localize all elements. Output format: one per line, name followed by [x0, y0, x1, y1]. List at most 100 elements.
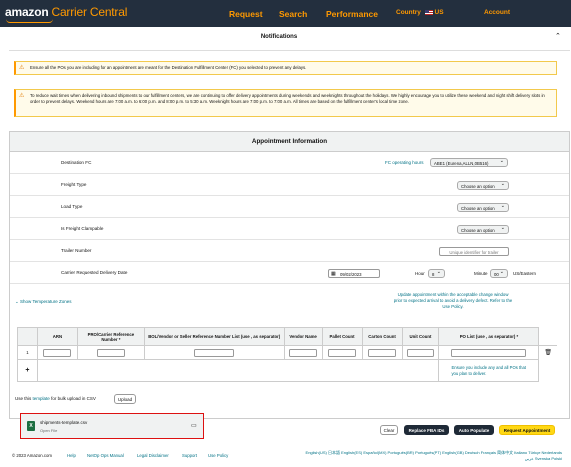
column-index: [17, 327, 38, 346]
trash-icon[interactable]: 🗑: [544, 350, 552, 356]
amazon-smile-icon: [6, 19, 53, 23]
collapse-chevron-icon[interactable]: ⌃: [555, 32, 561, 40]
destination-fc-row: Destination FC FC operating hours ABE1 (…: [10, 152, 569, 174]
appointment-title: Appointment Information: [10, 132, 569, 152]
fc-operating-hours-link[interactable]: FC operating hours: [385, 160, 424, 165]
delivery-date-input[interactable]: ▦ 09/02/2023: [328, 269, 380, 278]
delete-cell: 🗑: [539, 346, 557, 360]
freight-type-label: Freight Type: [61, 182, 87, 187]
upload-prefix: Use this: [15, 396, 32, 401]
column-arn: ARN: [36, 327, 78, 346]
upload-button[interactable]: Upload: [114, 394, 136, 404]
arn-cell: [36, 345, 78, 360]
minute-label: Minute: [474, 271, 488, 276]
pro-cell: [76, 345, 145, 360]
freight-type-row: Freight Type Choose an option: [10, 174, 569, 196]
file-name: shipments-template.csv: [40, 420, 88, 425]
account-menu[interactable]: Account: [484, 9, 510, 16]
arn-input[interactable]: [43, 348, 72, 357]
nav-request[interactable]: Request: [229, 9, 263, 19]
clampable-label: Is Freight Clampable: [61, 226, 104, 231]
bol-cell: [143, 345, 285, 360]
hour-label: Hour: [415, 271, 425, 276]
holiday-hours-alert: ⚠ To reduce wait times when delivering i…: [14, 89, 557, 117]
shipment-table: ARN PRO/Carrier Reference Number * BOL/V…: [17, 327, 557, 382]
carton-cell: [361, 345, 403, 360]
request-appointment-button[interactable]: Request Appointment: [499, 425, 555, 435]
freight-type-select[interactable]: Choose an option: [457, 181, 509, 190]
clear-button[interactable]: Clear: [380, 425, 398, 435]
csv-file-card[interactable]: X shipments-template.csv Open File ▭: [20, 413, 204, 439]
clampable-select[interactable]: Choose an option: [457, 225, 509, 234]
delivery-date-value: 09/02/2023: [340, 271, 362, 277]
carrier-central-logo[interactable]: amazon Carrier Central: [5, 5, 127, 19]
upload-suffix: for bulk upload in CSV: [51, 396, 96, 401]
alert-text-2: To reduce wait times when delivering inb…: [30, 93, 545, 105]
template-link[interactable]: template: [33, 396, 50, 401]
language-links[interactable]: English(US) 日本語 English(ES) Español(MX) …: [300, 450, 562, 461]
country-value: US: [434, 9, 444, 16]
divider: [9, 50, 570, 51]
hour-select[interactable]: 8: [428, 269, 445, 278]
vendor-name-input[interactable]: [289, 348, 318, 357]
spacer-cell: [539, 360, 557, 382]
column-pallet-count: Pallet Count: [321, 327, 363, 346]
load-type-row: Load Type Choose an option: [10, 196, 569, 218]
destination-fc-label: Destination FC: [61, 160, 92, 165]
pallet-count-input[interactable]: [328, 348, 357, 357]
column-carton-count: Carton Count: [361, 327, 403, 346]
nav-search[interactable]: Search: [279, 9, 307, 19]
table-row-add: + Ensure you include any and all POs tha…: [17, 359, 558, 382]
footer-link-support[interactable]: Support: [182, 453, 197, 458]
destination-fc-select[interactable]: ABE1 (Eurena,ALLN,0B516): [430, 158, 508, 167]
footer-link-ops-manual[interactable]: NetOp Ops Manual: [87, 453, 124, 458]
trailer-number-input[interactable]: Unique identifier for trailer: [439, 247, 509, 256]
auto-populate-button[interactable]: Auto Populate: [454, 425, 494, 435]
bol-list-input[interactable]: [194, 348, 235, 357]
footer: © 2023 Amazon.com Help NetOp Ops Manual …: [0, 447, 571, 467]
chevron-down-icon: ⌄: [15, 299, 19, 304]
warning-icon: ⚠: [19, 65, 25, 71]
add-row-button[interactable]: +: [17, 359, 38, 382]
po-hint-cell: Ensure you include any and all POs that …: [438, 359, 540, 382]
us-flag-icon: [424, 9, 433, 15]
show-temperature-zones-link[interactable]: ⌄ Show Temperature Zones: [15, 299, 72, 305]
column-actions: [538, 327, 557, 346]
footer-link-help[interactable]: Help: [67, 453, 76, 458]
minute-select[interactable]: 00: [490, 269, 508, 278]
footer-link-legal[interactable]: Legal Disclaimer: [137, 453, 169, 458]
logo-amazon: amazon: [5, 5, 49, 19]
trailer-number-label: Trailer Number: [61, 248, 92, 253]
po-list-input[interactable]: [451, 348, 527, 357]
carton-count-input[interactable]: [368, 348, 397, 357]
pallet-cell: [321, 345, 363, 360]
country-selector[interactable]: Country US: [396, 9, 444, 16]
logo-carrier-central: Carrier Central: [51, 5, 128, 19]
folder-icon[interactable]: ▭: [191, 422, 197, 429]
row-index: 1: [17, 345, 38, 360]
column-vendor-name: Vendor Name: [283, 327, 323, 346]
column-po-list: PO List (use , as separator) *: [438, 327, 540, 346]
calendar-icon[interactable]: ▦: [331, 271, 336, 277]
empty-cell: [36, 359, 440, 382]
load-type-label: Load Type: [61, 204, 83, 209]
delivery-date-label: Carrier Requested Delivery Date: [61, 270, 128, 275]
po-warning-alert: ⚠ Ensure all the POs you are including f…: [14, 61, 557, 75]
po-cell: [438, 345, 540, 360]
top-navigation-bar: amazon Carrier Central Request Search Per…: [0, 0, 571, 27]
update-appointment-link[interactable]: Update appointment within the acceptable…: [393, 292, 513, 311]
nav-performance[interactable]: Performance: [326, 9, 378, 19]
warning-icon: ⚠: [19, 93, 25, 99]
pro-number-input[interactable]: [96, 348, 125, 357]
copyright: © 2023 Amazon.com: [12, 453, 52, 458]
load-type-select[interactable]: Choose an option: [457, 203, 509, 212]
unit-count-input[interactable]: [407, 348, 434, 357]
excel-file-icon: X: [27, 421, 35, 431]
country-label: Country: [396, 9, 421, 16]
temperature-zones-text: Show Temperature Zones: [20, 299, 72, 304]
clampable-row: Is Freight Clampable Choose an option: [10, 218, 569, 240]
replace-fba-ids-button[interactable]: Replace FBA IDs: [404, 425, 449, 435]
table-row: 1 🗑: [17, 345, 558, 360]
footer-link-use-policy[interactable]: Use Policy: [208, 453, 228, 458]
open-file-link[interactable]: Open File: [40, 428, 57, 433]
